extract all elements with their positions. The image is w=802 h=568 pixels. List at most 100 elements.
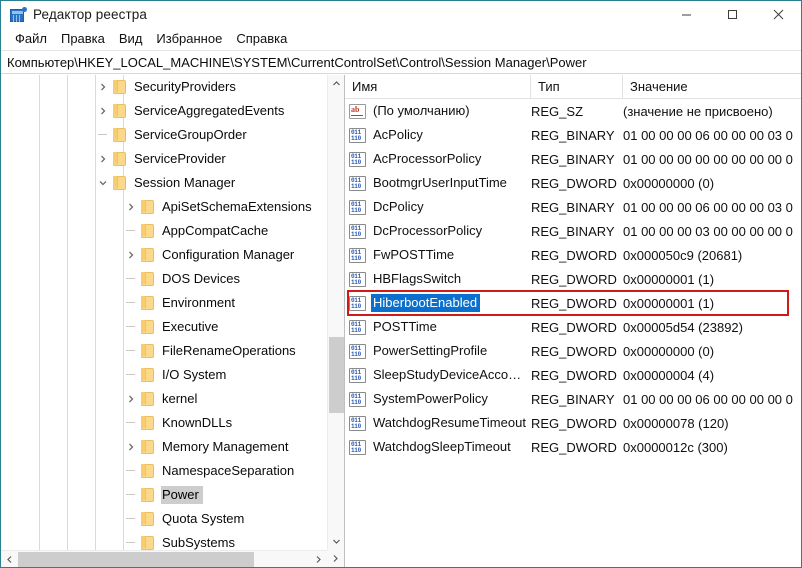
- chevron-right-icon[interactable]: [123, 243, 139, 267]
- chevron-down-icon[interactable]: [95, 171, 111, 195]
- table-row[interactable]: 011110HiberbootEnabledREG_DWORD0x0000000…: [345, 291, 801, 315]
- menu-item-favorites[interactable]: Избранное: [149, 29, 229, 49]
- maximize-button[interactable]: [709, 1, 755, 28]
- tree-item-configuration-manager[interactable]: Configuration Manager: [1, 243, 327, 267]
- value-name-label: SystemPowerPolicy: [371, 390, 491, 408]
- value-data-cell: 0x00005d54 (23892): [623, 320, 801, 335]
- table-row[interactable]: 011110FwPOSTTimeREG_DWORD0x000050c9 (206…: [345, 243, 801, 267]
- registry-editor-icon: [10, 7, 26, 23]
- menu-item-help[interactable]: Справка: [229, 29, 294, 49]
- column-header-value[interactable]: Значение: [623, 75, 801, 98]
- scroll-down-icon[interactable]: [328, 533, 345, 550]
- table-row[interactable]: 011110POSTTimeREG_DWORD0x00005d54 (23892…: [345, 315, 801, 339]
- tree-item-serviceaggregatedevents[interactable]: ServiceAggregatedEvents: [1, 99, 327, 123]
- chevron-right-icon[interactable]: [123, 387, 139, 411]
- tree-item-namespaceseparation[interactable]: NamespaceSeparation: [1, 459, 327, 483]
- tree-line-icon: [123, 267, 139, 291]
- binary-value-icon: 011110: [349, 344, 366, 359]
- tree-item-apisetschemaextensions[interactable]: ApiSetSchemaExtensions: [1, 195, 327, 219]
- tree-item-memory-management[interactable]: Memory Management: [1, 435, 327, 459]
- scroll-up-icon[interactable]: [328, 75, 345, 92]
- tree-item-power[interactable]: Power: [1, 483, 327, 507]
- tree-item-kernel[interactable]: kernel: [1, 387, 327, 411]
- tree-item-executive[interactable]: Executive: [1, 315, 327, 339]
- table-row[interactable]: 011110AcProcessorPolicyREG_BINARY01 00 0…: [345, 147, 801, 171]
- menu-bar: Файл Правка Вид Избранное Справка: [1, 28, 801, 51]
- menu-item-edit[interactable]: Правка: [54, 29, 112, 49]
- table-row[interactable]: ab(По умолчанию)REG_SZ(значение не присв…: [345, 99, 801, 123]
- table-row[interactable]: 011110DcPolicyREG_BINARY01 00 00 00 06 0…: [345, 195, 801, 219]
- chevron-right-icon[interactable]: [95, 75, 111, 99]
- table-row[interactable]: 011110DcProcessorPolicyREG_BINARY01 00 0…: [345, 219, 801, 243]
- tree-item-serviceprovider[interactable]: ServiceProvider: [1, 147, 327, 171]
- binary-value-icon: 011110: [349, 176, 366, 191]
- tree-line-icon: [123, 531, 139, 550]
- registry-tree[interactable]: SecurityProvidersServiceAggregatedEvents…: [1, 75, 327, 550]
- tree-item-subsystems[interactable]: SubSystems: [1, 531, 327, 550]
- table-row[interactable]: 011110PowerSettingProfileREG_DWORD0x0000…: [345, 339, 801, 363]
- scroll-left-icon[interactable]: [1, 551, 18, 567]
- binary-value-icon: 011110: [349, 392, 366, 407]
- tree-item-label: NamespaceSeparation: [161, 462, 298, 480]
- tree-item-label: FileRenameOperations: [161, 342, 300, 360]
- value-type-cell: REG_SZ: [531, 104, 623, 119]
- table-row[interactable]: 011110WatchdogResumeTimeoutREG_DWORD0x00…: [345, 411, 801, 435]
- close-button[interactable]: [755, 1, 801, 28]
- tree-item-appcompatcache[interactable]: AppCompatCache: [1, 219, 327, 243]
- table-row[interactable]: 011110HBFlagsSwitchREG_DWORD0x00000001 (…: [345, 267, 801, 291]
- folder-icon: [139, 195, 155, 219]
- tree-horizontal-scroll-thumb[interactable]: [18, 552, 254, 567]
- menu-item-file[interactable]: Файл: [8, 29, 54, 49]
- chevron-right-icon[interactable]: [123, 195, 139, 219]
- menu-item-view[interactable]: Вид: [112, 29, 150, 49]
- tree-item-i-o-system[interactable]: I/O System: [1, 363, 327, 387]
- value-type-cell: REG_BINARY: [531, 200, 623, 215]
- chevron-right-icon[interactable]: [95, 99, 111, 123]
- value-name-label: SleepStudyDeviceAccount…: [371, 366, 531, 384]
- folder-icon: [139, 435, 155, 459]
- tree-vertical-scroll-thumb[interactable]: [329, 337, 344, 413]
- table-row[interactable]: 011110SleepStudyDeviceAccount…REG_DWORD0…: [345, 363, 801, 387]
- tree-item-quota-system[interactable]: Quota System: [1, 507, 327, 531]
- binary-value-icon: 011110: [349, 416, 366, 431]
- scroll-right-icon[interactable]: [310, 551, 327, 567]
- folder-icon: [139, 507, 155, 531]
- chevron-right-icon[interactable]: [123, 435, 139, 459]
- tree-item-label: KnownDLLs: [161, 414, 236, 432]
- chevron-right-icon[interactable]: [95, 147, 111, 171]
- tree-vertical-scrollbar[interactable]: [327, 75, 344, 550]
- value-type-cell: REG_DWORD: [531, 176, 623, 191]
- binary-value-icon: 011110: [349, 272, 366, 287]
- value-name-cell: 011110AcPolicy: [345, 126, 531, 144]
- column-header-type[interactable]: Тип: [531, 75, 623, 98]
- tree-item-session-manager[interactable]: Session Manager: [1, 171, 327, 195]
- tree-item-label: Memory Management: [161, 438, 292, 456]
- value-name-label: HiberbootEnabled: [371, 294, 480, 312]
- value-data-cell: 0x00000000 (0): [623, 344, 801, 359]
- tree-horizontal-scrollbar[interactable]: [1, 550, 327, 567]
- tree-item-knowndlls[interactable]: KnownDLLs: [1, 411, 327, 435]
- tree-item-filerenameoperations[interactable]: FileRenameOperations: [1, 339, 327, 363]
- value-name-label: BootmgrUserInputTime: [371, 174, 510, 192]
- title-bar: Редактор реестра: [1, 1, 801, 28]
- value-name-cell: 011110 BootmgrUserInputTime: [345, 174, 531, 192]
- tree-line-icon: [95, 123, 111, 147]
- table-row[interactable]: 011110SystemPowerPolicyREG_BINARY01 00 0…: [345, 387, 801, 411]
- folder-icon: [139, 387, 155, 411]
- value-type-cell: REG_DWORD: [531, 344, 623, 359]
- tree-item-servicegrouporder[interactable]: ServiceGroupOrder: [1, 123, 327, 147]
- value-type-cell: REG_DWORD: [531, 248, 623, 263]
- tree-item-securityproviders[interactable]: SecurityProviders: [1, 75, 327, 99]
- table-row[interactable]: 011110BootmgrUserInputTimeREG_DWORD0x000…: [345, 171, 801, 195]
- value-name-label: AcPolicy: [371, 126, 426, 144]
- column-header-name[interactable]: Имя: [345, 75, 531, 98]
- folder-icon: [139, 363, 155, 387]
- minimize-button[interactable]: [663, 1, 709, 28]
- tree-item-environment[interactable]: Environment: [1, 291, 327, 315]
- tree-item-label: ServiceGroupOrder: [133, 126, 251, 144]
- table-row[interactable]: 011110WatchdogSleepTimeoutREG_DWORD0x000…: [345, 435, 801, 459]
- tree-item-dos-devices[interactable]: DOS Devices: [1, 267, 327, 291]
- value-name-label: POSTTime: [371, 318, 440, 336]
- table-row[interactable]: 011110AcPolicyREG_BINARY01 00 00 00 06 0…: [345, 123, 801, 147]
- address-bar[interactable]: Компьютер\HKEY_LOCAL_MACHINE\SYSTEM\Curr…: [1, 51, 801, 74]
